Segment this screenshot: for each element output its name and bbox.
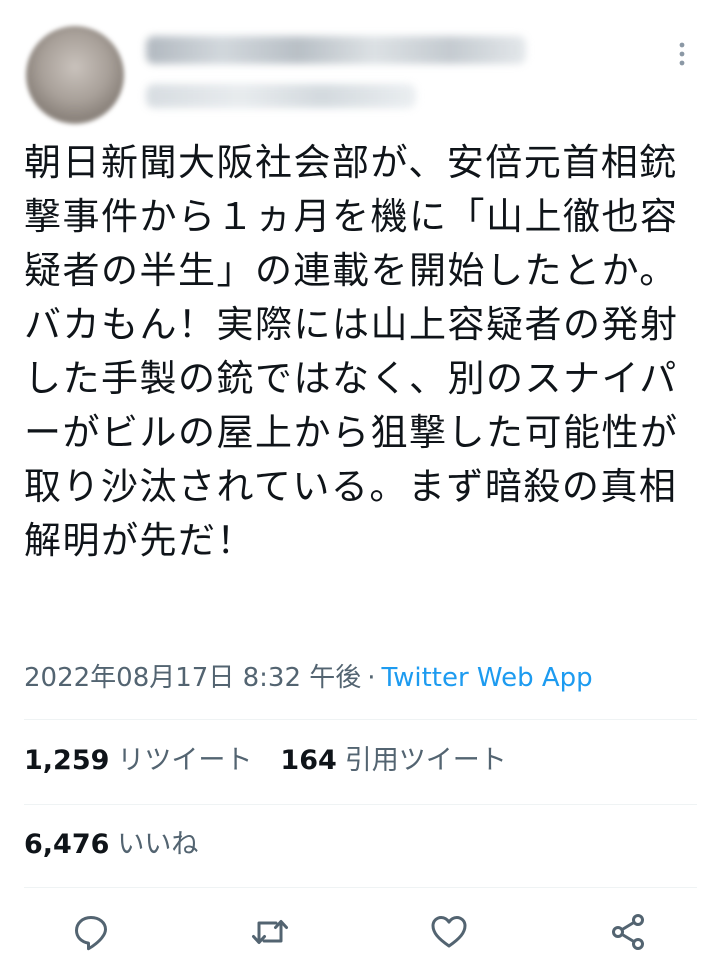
source-link[interactable]: Twitter Web App (382, 663, 593, 693)
tweet-meta: 2022年08月17日 8:32 午後 · Twitter Web App (24, 660, 593, 696)
share-icon (612, 914, 644, 950)
quotes-stat[interactable]: 164 引用ツイート (280, 745, 506, 776)
share-button[interactable] (608, 912, 648, 952)
heart-icon (431, 916, 467, 948)
display-name-blurred[interactable] (146, 36, 526, 64)
avatar[interactable] (26, 26, 124, 124)
action-bar (0, 900, 719, 964)
divider (24, 804, 697, 805)
retweet-icon (252, 920, 288, 944)
retweet-stats-row: 1,259 リツイート 164 引用ツイート (24, 741, 507, 781)
like-button[interactable] (429, 912, 469, 952)
more-options-icon[interactable] (670, 40, 694, 70)
retweets-count: 1,259 (24, 745, 110, 776)
retweet-button[interactable] (250, 912, 290, 952)
handle-blurred[interactable] (146, 84, 416, 108)
quotes-count: 164 (280, 745, 337, 776)
likes-stats-row: 6,476 いいね (24, 825, 198, 865)
retweets-label: リツイート (117, 745, 253, 776)
divider (24, 887, 697, 888)
likes-count: 6,476 (24, 829, 110, 860)
retweets-stat[interactable]: 1,259 リツイート (24, 745, 252, 776)
likes-stat[interactable]: 6,476 いいね (24, 829, 198, 860)
meta-separator: · (367, 663, 376, 693)
divider (24, 719, 697, 720)
reply-icon (75, 916, 107, 951)
tweet-body: 朝日新聞大阪社会部が、安倍元首相銃撃事件から１ヵ月を機に「山上徹也容疑者の半生」… (24, 141, 679, 562)
reply-button[interactable] (71, 912, 111, 952)
timestamp[interactable]: 2022年08月17日 8:32 午後 (24, 663, 361, 693)
likes-label: いいね (117, 829, 199, 860)
quotes-label: 引用ツイート (344, 745, 507, 776)
tweet-header (0, 0, 719, 124)
